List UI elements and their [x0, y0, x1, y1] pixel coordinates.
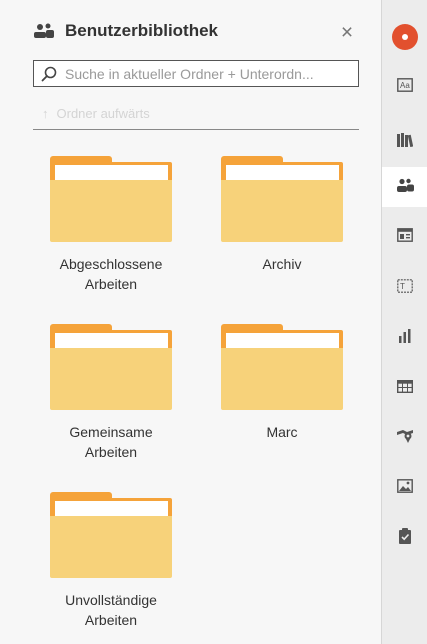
folder-item[interactable]: Marc	[202, 318, 362, 442]
folder-label: Abgeschlossene Arbeiten	[59, 256, 163, 292]
text-style-button[interactable]: Aa	[382, 67, 427, 107]
books-icon	[397, 132, 414, 152]
folder-icon	[221, 150, 343, 244]
right-toolbar: Aa T	[381, 0, 427, 644]
divider	[33, 129, 359, 130]
text-style-icon: Aa	[397, 77, 413, 97]
library-panel: Benutzerbibliothek × ↑ Ordner aufwärts A…	[0, 0, 381, 644]
folder-item[interactable]: Gemeinsame Arbeiten	[31, 318, 191, 462]
user-library-icon	[33, 23, 55, 39]
folder-icon	[50, 318, 172, 412]
app-logo-icon	[392, 24, 418, 50]
close-button[interactable]: ×	[337, 22, 357, 43]
search-box[interactable]	[33, 60, 359, 87]
arrow-up-icon: ↑	[42, 106, 49, 121]
table-icon	[396, 379, 414, 398]
clipboard-button[interactable]	[382, 518, 427, 558]
clipboard-icon	[398, 527, 412, 549]
folder-item[interactable]: Archiv	[202, 150, 362, 274]
folder-icon	[50, 150, 172, 244]
panel-header: Benutzerbibliothek	[33, 21, 218, 41]
svg-text:T: T	[400, 282, 405, 291]
panel-title: Benutzerbibliothek	[65, 21, 219, 40]
folder-item[interactable]: Unvollständige Arbeiten	[31, 486, 191, 630]
search-icon	[41, 66, 57, 82]
text-frame-button[interactable]: T	[382, 268, 427, 308]
layout-icon	[397, 227, 413, 247]
search-input[interactable]	[65, 65, 355, 82]
chart-button[interactable]	[382, 318, 427, 358]
user-library-button[interactable]	[382, 167, 427, 207]
folder-icon	[50, 486, 172, 580]
location-icon	[396, 429, 414, 448]
folder-label: Unvollständige Arbeiten	[65, 592, 157, 628]
location-button[interactable]	[382, 418, 427, 458]
folder-icon	[221, 318, 343, 412]
folder-up-button[interactable]: ↑ Ordner aufwärts	[42, 106, 150, 121]
folder-label: Marc	[266, 424, 298, 440]
folder-up-label: Ordner aufwärts	[56, 106, 150, 121]
layout-button[interactable]	[382, 217, 427, 257]
svg-text:Aa: Aa	[400, 81, 410, 90]
image-button[interactable]	[382, 468, 427, 508]
app-logo-button[interactable]	[382, 17, 427, 57]
bar-chart-icon	[398, 328, 412, 348]
text-frame-icon: T	[397, 278, 413, 298]
folder-label: Gemeinsame Arbeiten	[69, 424, 153, 460]
table-button[interactable]	[382, 369, 427, 409]
folder-label: Archiv	[262, 256, 302, 272]
user-library-icon	[396, 178, 414, 197]
image-icon	[397, 478, 413, 498]
books-button[interactable]	[382, 122, 427, 162]
folder-item[interactable]: Abgeschlossene Arbeiten	[31, 150, 191, 294]
